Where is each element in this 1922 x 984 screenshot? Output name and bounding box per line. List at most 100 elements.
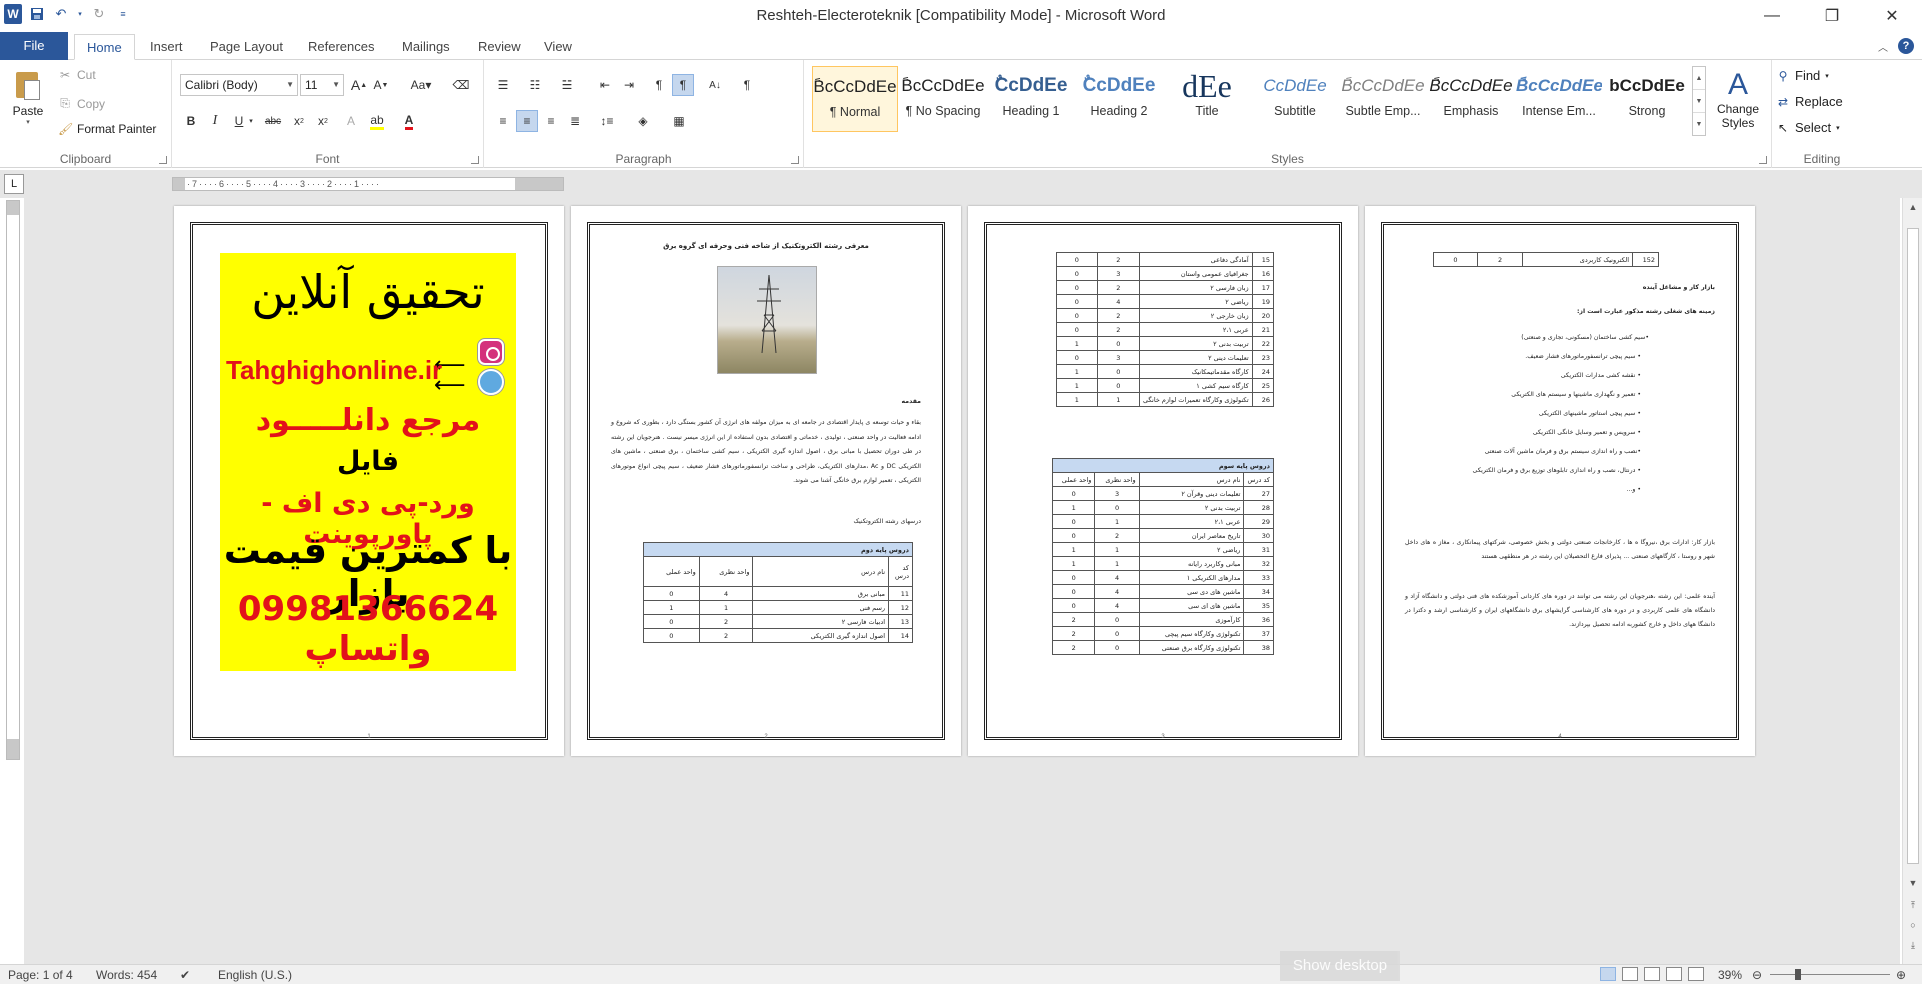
change-styles-button[interactable]: A Change Styles	[1710, 68, 1766, 130]
tab-mailings[interactable]: Mailings	[390, 34, 462, 60]
styles-gallery-scroll[interactable]: ▲ ▼ ▼	[1692, 66, 1706, 136]
minimize-icon[interactable]: —	[1742, 0, 1802, 32]
style-emphasis[interactable]: ًBcCcDdEe Emphasis	[1428, 66, 1514, 132]
close-icon[interactable]: ✕	[1862, 0, 1922, 32]
style-subtitle[interactable]: CcDdEe Subtitle	[1252, 66, 1338, 132]
align-left-icon[interactable]: ≡	[492, 110, 514, 132]
shading-icon[interactable]: ◈	[632, 110, 654, 132]
style-no-spacing[interactable]: ًBcCcDdEe ¶ No Spacing	[900, 66, 986, 132]
format-painter-button[interactable]: 🖌 Format Painter	[58, 122, 156, 136]
word-app-icon[interactable]: W	[4, 4, 22, 24]
font-color-icon[interactable]: A	[398, 110, 420, 132]
more-icon[interactable]: ▼	[1693, 113, 1705, 136]
scroll-down-icon[interactable]: ▼	[1903, 878, 1922, 888]
multilevel-list-icon[interactable]: ☱	[556, 74, 578, 96]
paragraph-launcher-icon[interactable]	[791, 156, 799, 164]
underline-dropdown-icon[interactable]: ▾	[246, 110, 256, 132]
sort-icon[interactable]: A↓	[704, 74, 726, 96]
align-right-icon[interactable]: ≡	[540, 110, 562, 132]
grow-font-icon[interactable]: A ▲	[348, 74, 370, 96]
style-normal[interactable]: ًBcCcDdEe ¶ Normal	[812, 66, 898, 132]
tab-file[interactable]: File	[0, 32, 68, 60]
copy-button[interactable]: ⎘ Copy	[58, 96, 105, 111]
redo-icon[interactable]: ↻	[90, 5, 108, 23]
save-icon[interactable]	[28, 5, 46, 23]
italic-icon[interactable]: I	[204, 110, 226, 132]
style-title[interactable]: dEe Title	[1164, 66, 1250, 132]
tab-insert[interactable]: Insert	[138, 34, 195, 60]
tab-page-layout[interactable]: Page Layout	[198, 34, 295, 60]
next-page-icon[interactable]: ⤓	[1903, 940, 1922, 951]
undo-dropdown-icon[interactable]: ▾	[76, 5, 84, 23]
align-center-icon[interactable]: ≡	[516, 110, 538, 132]
justify-icon[interactable]: ≣	[564, 110, 586, 132]
zoom-slider-thumb[interactable]	[1795, 969, 1801, 980]
highlight-icon[interactable]: ab	[366, 110, 388, 132]
superscript-icon[interactable]: x2	[312, 110, 334, 132]
tab-selector[interactable]: L	[4, 174, 24, 194]
paste-button[interactable]: Paste ▾	[8, 68, 48, 138]
language[interactable]: English (U.S.)	[218, 968, 292, 982]
page-count[interactable]: Page: 1 of 4	[8, 968, 73, 982]
horizontal-ruler[interactable]: ·7····6····5····4····3····2····1····	[172, 177, 564, 191]
vertical-scrollbar[interactable]: ▲ ▼ ⤒ ○ ⤓	[1902, 198, 1922, 964]
line-spacing-icon[interactable]: ↕≡	[596, 110, 618, 132]
text-effects-icon[interactable]: A	[340, 110, 362, 132]
zoom-level[interactable]: 39%	[1718, 968, 1742, 982]
chevron-down-icon[interactable]: ▼	[1693, 90, 1705, 113]
zoom-slider[interactable]	[1770, 974, 1890, 975]
web-layout-icon[interactable]	[1644, 967, 1660, 981]
style-heading-1[interactable]: ٌCcDdEe Heading 1	[988, 66, 1074, 132]
chevron-up-icon[interactable]: ▲	[1693, 67, 1705, 90]
tab-home[interactable]: Home	[74, 34, 135, 60]
word-count[interactable]: Words: 454	[96, 968, 157, 982]
increase-indent-icon[interactable]: ⇥	[618, 74, 640, 96]
tab-references[interactable]: References	[296, 34, 386, 60]
select-button[interactable]: ↖ Select ▾	[1776, 120, 1840, 135]
bold-icon[interactable]: B	[180, 110, 202, 132]
decrease-indent-icon[interactable]: ⇤	[594, 74, 616, 96]
styles-launcher-icon[interactable]	[1759, 156, 1767, 164]
browse-object-icon[interactable]: ○	[1903, 920, 1922, 930]
draft-icon[interactable]	[1688, 967, 1704, 981]
outline-icon[interactable]	[1666, 967, 1682, 981]
style-intense-emphasis[interactable]: ًBcCcDdEe Intense Em...	[1516, 66, 1602, 132]
zoom-in-icon[interactable]: ⊕	[1896, 968, 1906, 982]
previous-page-icon[interactable]: ⤒	[1903, 900, 1922, 911]
find-button[interactable]: ⚲ Find ▾	[1776, 68, 1829, 83]
numbering-icon[interactable]: ☷	[524, 74, 546, 96]
ltr-direction-icon[interactable]: ¶	[648, 74, 670, 96]
show-marks-icon[interactable]: ¶	[736, 74, 758, 96]
bullets-icon[interactable]: ☰	[492, 74, 514, 96]
proofing-icon[interactable]: ✔	[180, 968, 190, 982]
scroll-thumb[interactable]	[1907, 228, 1919, 864]
style-strong[interactable]: bCcDdEe Strong	[1604, 66, 1690, 132]
font-family-combo[interactable]: Calibri (Body) ▼	[180, 74, 298, 96]
rtl-direction-icon[interactable]: ¶	[672, 74, 694, 96]
vertical-ruler[interactable]	[6, 200, 20, 760]
minimize-ribbon-icon[interactable]: ︿	[1878, 39, 1888, 54]
help-icon[interactable]: ?	[1898, 38, 1914, 54]
full-screen-reading-icon[interactable]	[1622, 967, 1638, 981]
font-size-combo[interactable]: 11 ▼	[300, 74, 344, 96]
clipboard-launcher-icon[interactable]	[159, 156, 167, 164]
restore-icon[interactable]: ❐	[1802, 0, 1862, 32]
tab-view[interactable]: View	[532, 34, 584, 60]
undo-icon[interactable]: ↶	[52, 5, 70, 23]
customize-qat-icon[interactable]: ≡	[114, 5, 132, 23]
strikethrough-icon[interactable]: abc	[262, 110, 284, 132]
zoom-out-icon[interactable]: ⊖	[1752, 968, 1762, 982]
tab-review[interactable]: Review	[466, 34, 533, 60]
print-layout-icon[interactable]	[1600, 967, 1616, 981]
replace-button[interactable]: ⇄ Replace	[1776, 94, 1843, 109]
style-subtle-emphasis[interactable]: ًBcCcDdEe Subtle Emp...	[1340, 66, 1426, 132]
style-heading-2[interactable]: ٌCcDdEe Heading 2	[1076, 66, 1162, 132]
shrink-font-icon[interactable]: A ▼	[370, 74, 392, 96]
borders-icon[interactable]: ▦	[668, 110, 690, 132]
clear-formatting-icon[interactable]: ⌫	[450, 74, 472, 96]
subscript-icon[interactable]: x2	[288, 110, 310, 132]
cut-button[interactable]: ✂ Cut	[58, 68, 96, 82]
font-launcher-icon[interactable]	[471, 156, 479, 164]
change-case-icon[interactable]: Aa▾	[406, 74, 436, 96]
scroll-up-icon[interactable]: ▲	[1903, 202, 1922, 212]
